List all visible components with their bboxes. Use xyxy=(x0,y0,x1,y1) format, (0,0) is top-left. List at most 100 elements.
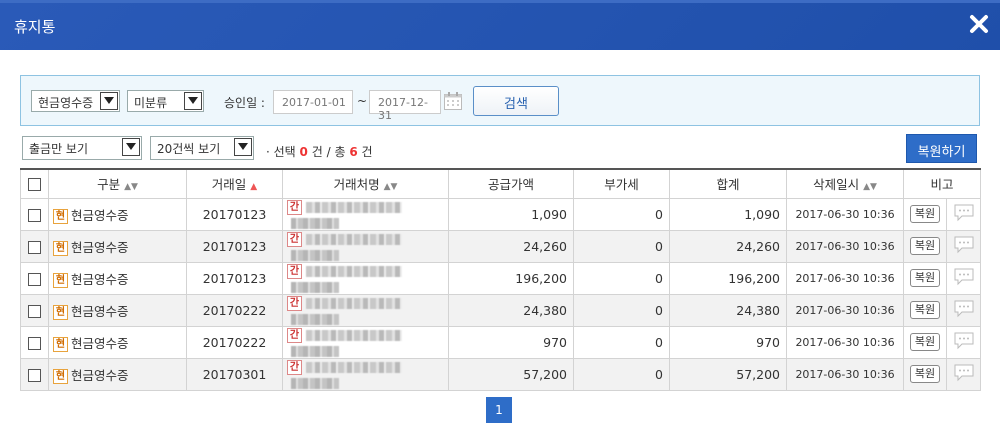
supply-cell: 57,200 xyxy=(448,357,574,391)
simple-tax-badge-icon: 간 xyxy=(287,359,302,375)
memo-cell xyxy=(945,261,982,295)
header-type[interactable]: 구분 ▲▼ xyxy=(48,168,187,199)
deleted-cell: 2017-06-30 10:36 xyxy=(786,229,904,263)
page-1-button[interactable]: 1 xyxy=(486,397,512,423)
memo-cell xyxy=(945,357,982,391)
restore-row-button[interactable]: 복원 xyxy=(909,333,941,351)
header-vendor[interactable]: 거래처명 ▲▼ xyxy=(282,168,449,199)
total-cell: 196,200 xyxy=(669,261,787,295)
deleted-cell: 2017-06-30 10:36 xyxy=(786,197,904,231)
simple-tax-badge-icon: 간 xyxy=(287,263,302,279)
memo-icon[interactable] xyxy=(953,268,975,290)
row-checkbox-cell xyxy=(20,325,49,359)
receipt-type-select[interactable]: 현금영수증 xyxy=(31,90,120,112)
table-row[interactable]: 현 현금영수증 20170301 간 57,200 0 57,200 2017-06-30 1… xyxy=(20,357,982,391)
filter-value: 출금만 보기 xyxy=(29,142,89,156)
memo-icon[interactable] xyxy=(953,332,975,354)
restore-cell: 복원 xyxy=(903,293,947,327)
restore-cell: 복원 xyxy=(903,197,947,231)
type-cell: 현 현금영수증 xyxy=(48,325,187,359)
simple-tax-badge-icon: 간 xyxy=(287,327,302,343)
header-deleted[interactable]: 삭제일시 ▲▼ xyxy=(786,168,904,199)
category-select[interactable]: 미분류 xyxy=(127,90,204,112)
row-checkbox[interactable] xyxy=(28,208,41,222)
row-checkbox[interactable] xyxy=(28,272,41,286)
type-text: 현금영수증 xyxy=(71,239,129,255)
table-row[interactable]: 현 현금영수증 20170123 간 1,090 0 1,090 2017-06-30 10:… xyxy=(20,197,982,231)
row-checkbox[interactable] xyxy=(28,240,41,254)
supply-cell: 970 xyxy=(448,325,574,359)
restore-row-button[interactable]: 복원 xyxy=(909,269,941,287)
table-row[interactable]: 현 현금영수증 20170123 간 196,200 0 196,200 2017-06-30… xyxy=(20,261,982,295)
type-text: 현금영수증 xyxy=(71,335,129,351)
sort-icon: ▲▼ xyxy=(383,182,398,193)
type-cell: 현 현금영수증 xyxy=(48,357,187,391)
restore-row-button[interactable]: 복원 xyxy=(909,301,941,319)
memo-cell xyxy=(945,293,982,327)
date-from-input[interactable]: 2017-01-01 xyxy=(273,90,353,114)
close-icon[interactable] xyxy=(968,13,990,35)
type-text: 현금영수증 xyxy=(71,271,129,287)
restore-row-button[interactable]: 복원 xyxy=(909,205,941,223)
restore-row-button[interactable]: 복원 xyxy=(909,237,941,255)
restore-cell: 복원 xyxy=(903,229,947,263)
cash-badge-icon: 현 xyxy=(53,208,68,224)
table-row[interactable]: 현 현금영수증 20170222 간 24,380 0 24,380 2017-06-30 1… xyxy=(20,293,982,327)
vat-cell: 0 xyxy=(573,197,670,231)
search-button[interactable]: 검색 xyxy=(473,86,559,116)
date-range-separator: ~ xyxy=(357,94,368,108)
vendor-name-redacted xyxy=(306,361,402,373)
page-size-value: 20건씩 보기 xyxy=(157,142,221,156)
vendor-cell: 간 xyxy=(282,357,449,391)
memo-icon[interactable] xyxy=(953,236,975,258)
vendor-id-redacted xyxy=(291,217,339,229)
approval-date-label: 승인일 : xyxy=(224,96,265,110)
vendor-cell: 간 xyxy=(282,229,449,263)
select-all-checkbox-cell xyxy=(20,168,49,199)
date-cell: 20170222 xyxy=(186,325,283,359)
vendor-id-redacted xyxy=(291,313,339,325)
vendor-cell: 간 xyxy=(282,197,449,231)
vat-cell: 0 xyxy=(573,293,670,327)
receipt-type-value: 현금영수증 xyxy=(38,96,94,110)
date-cell: 20170123 xyxy=(186,229,283,263)
vat-cell: 0 xyxy=(573,325,670,359)
row-checkbox[interactable] xyxy=(28,336,41,350)
memo-cell xyxy=(945,325,982,359)
select-all-checkbox[interactable] xyxy=(28,178,41,192)
memo-icon[interactable] xyxy=(953,204,975,226)
page-size-select[interactable]: 20건씩 보기 xyxy=(150,136,254,160)
simple-tax-badge-icon: 간 xyxy=(287,231,302,247)
calendar-icon[interactable] xyxy=(443,91,463,114)
memo-cell xyxy=(945,229,982,263)
table-row[interactable]: 현 현금영수증 20170222 간 970 0 970 2017-06-30 10:36 복원 xyxy=(20,325,982,359)
memo-icon[interactable] xyxy=(953,364,975,386)
filter-select[interactable]: 출금만 보기 xyxy=(22,136,142,160)
date-cell: 20170301 xyxy=(186,357,283,391)
date-cell: 20170123 xyxy=(186,261,283,295)
restore-selected-button[interactable]: 복원하기 xyxy=(906,134,977,163)
chevron-down-icon xyxy=(122,138,140,156)
header-date[interactable]: 거래일 ▲ xyxy=(186,168,283,199)
sort-asc-icon: ▲ xyxy=(250,182,258,193)
vendor-name-redacted xyxy=(306,329,402,341)
header-supply: 공급가액 xyxy=(448,168,574,199)
chevron-down-icon xyxy=(100,92,118,110)
selected-count: 0 xyxy=(299,145,308,159)
type-text: 현금영수증 xyxy=(71,303,129,319)
chevron-down-icon xyxy=(184,92,202,110)
row-checkbox-cell xyxy=(20,293,49,327)
vat-cell: 0 xyxy=(573,357,670,391)
deleted-cell: 2017-06-30 10:36 xyxy=(786,325,904,359)
date-to-input[interactable]: 2017-12-31 xyxy=(369,90,441,122)
chevron-down-icon xyxy=(234,138,252,156)
table-row[interactable]: 현 현금영수증 20170123 간 24,260 0 24,260 2017-06-30 1… xyxy=(20,229,982,263)
row-checkbox-cell xyxy=(20,197,49,231)
row-checkbox[interactable] xyxy=(28,304,41,318)
memo-icon[interactable] xyxy=(953,300,975,322)
category-value: 미분류 xyxy=(134,96,168,110)
total-cell: 970 xyxy=(669,325,787,359)
vendor-name-redacted xyxy=(306,297,402,309)
row-checkbox[interactable] xyxy=(28,368,41,382)
restore-row-button[interactable]: 복원 xyxy=(909,365,941,383)
